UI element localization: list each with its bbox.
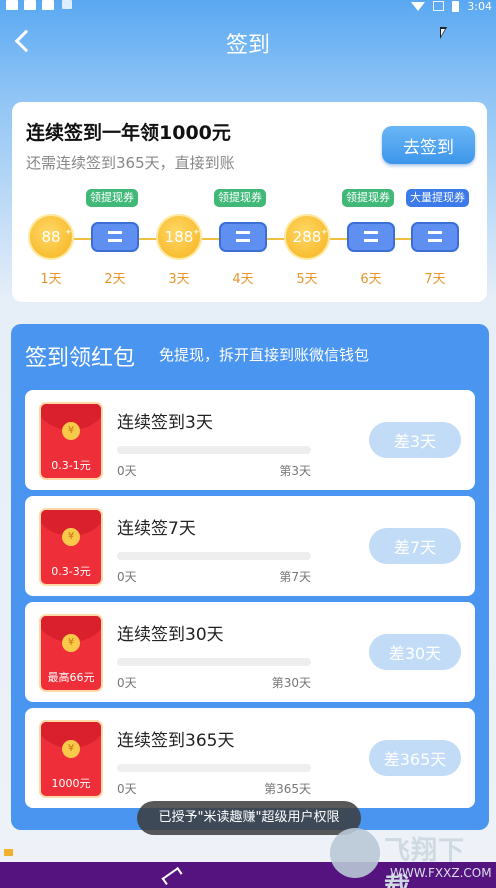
signin-card: 连续签到一年领1000元 还需连续签到365天，直接到账 去签到 88 1天 领提现… — [12, 102, 487, 302]
signin-day-3: 188 3天 — [154, 212, 206, 292]
progress-start-label: 0天 — [117, 464, 137, 478]
notification-icon — [6, 0, 18, 10]
yuan-seal-icon: ¥ — [62, 634, 80, 652]
go-signin-button[interactable]: 去签到 — [382, 126, 475, 164]
notification-icon — [24, 0, 36, 10]
packet-amount: 0.3-1元 — [51, 459, 91, 472]
day-label: 2天 — [104, 272, 126, 287]
progress-end-label: 第365天 — [264, 782, 311, 796]
watermark-url: WWW.FXXZ.COM — [390, 866, 492, 880]
watermark: 飞翔下载 WWW.FXXZ.COM — [330, 826, 492, 888]
redpacket-row: ¥0.3-1元 连续签到3天 0天 第3天 差3天 — [25, 390, 475, 490]
day-label: 5天 — [296, 272, 318, 287]
signin-title: 连续签到一年领1000元 — [26, 122, 231, 144]
status-bar: 3:04 — [0, 0, 496, 16]
day-reward-tag: 领提现券 — [214, 189, 266, 207]
row-title: 连续签到365天 — [117, 731, 235, 751]
redpacket-row: ¥0.3-3元 连续签7天 0天 第7天 差7天 — [25, 496, 475, 596]
redpacket-title: 签到领红包 — [25, 346, 136, 371]
yuan-seal-icon: ¥ — [62, 422, 80, 440]
red-packet-icon: ¥1000元 — [41, 722, 101, 796]
redpacket-subtitle: 免提现，拆开直接到账微信钱包 — [159, 346, 370, 364]
progress-bar — [117, 764, 311, 772]
packet-amount: 最高66元 — [47, 671, 95, 684]
progress-start-label: 0天 — [117, 676, 137, 690]
red-packet-icon: ¥0.3-3元 — [41, 510, 101, 584]
packet-amount: 1000元 — [51, 777, 91, 790]
progress-bar — [117, 446, 311, 454]
day-label: 7天 — [424, 272, 446, 287]
day-label: 3天 — [168, 272, 190, 287]
day-label: 1天 — [40, 272, 62, 287]
toast-message: 已授予"米读趣赚"超级用户权限 — [137, 801, 361, 835]
days-remaining-button[interactable]: 差3天 — [369, 422, 461, 458]
red-packet-icon: ¥ 最高66元 — [41, 616, 101, 690]
yuan-seal-icon: ¥ — [62, 740, 80, 758]
battery-icon — [452, 0, 460, 12]
signal-icon — [433, 1, 445, 11]
coin-icon: 288 — [284, 212, 330, 260]
progress-bar — [117, 658, 311, 666]
day-label: 4天 — [232, 272, 254, 287]
cash-ticket-icon — [347, 222, 395, 252]
progress-bar — [117, 552, 311, 560]
signin-day-1: 88 1天 — [26, 212, 78, 292]
progress-start-label: 0天 — [117, 570, 137, 584]
days-remaining-button[interactable]: 差365天 — [369, 740, 461, 776]
day-reward-tag: 领提现券 — [86, 189, 138, 207]
signin-day-5: 288 5天 — [282, 212, 334, 292]
watermark-logo-icon — [330, 828, 380, 878]
row-title: 连续签到30天 — [117, 625, 224, 645]
cash-ticket-icon — [219, 222, 267, 252]
mouse-cursor-fill — [441, 29, 445, 36]
progress-end-label: 第3天 — [279, 464, 311, 478]
progress-end-label: 第30天 — [271, 676, 311, 690]
redpacket-panel: 签到领红包 免提现，拆开直接到账微信钱包 ¥0.3-1元 连续签到3天 0天 第3天差… — [11, 324, 489, 830]
ad-mark-icon — [4, 849, 13, 856]
red-packet-icon: ¥0.3-1元 — [41, 404, 101, 478]
status-time: 3:04 — [467, 0, 492, 13]
coin-icon: 188 — [156, 212, 202, 260]
row-title: 连续签到3天 — [117, 413, 213, 433]
yuan-seal-icon: ¥ — [62, 528, 80, 546]
signin-day-7: 大量提现券 7天 — [406, 189, 469, 292]
progress-start-label: 0天 — [117, 782, 137, 796]
app-notification-icon — [62, 0, 72, 9]
signin-day-6: 领提现券 6天 — [342, 189, 398, 292]
page-title: 签到 — [225, 33, 270, 58]
wifi-icon — [411, 1, 426, 11]
days-remaining-button[interactable]: 差7天 — [369, 528, 461, 564]
signin-subtitle: 还需连续签到365天，直接到账 — [26, 154, 235, 172]
row-title: 连续签7天 — [117, 519, 196, 539]
day-reward-tag: 领提现券 — [342, 189, 394, 207]
redpacket-row: ¥ 最高66元 连续签到30天 0天 第30天 差30天 — [25, 602, 475, 702]
signin-day-4: 领提现券 4天 — [214, 189, 270, 292]
cash-ticket-icon — [91, 222, 139, 252]
packet-amount: 0.3-3元 — [51, 565, 91, 578]
day-reward-tag: 大量提现券 — [406, 189, 469, 207]
day-label: 6天 — [360, 272, 382, 287]
notification-icon — [42, 0, 54, 10]
redpacket-row: ¥1000元 连续签到365天 0天 第365天 差365天 — [25, 708, 475, 808]
cash-ticket-icon — [411, 222, 459, 252]
coin-icon: 88 — [28, 212, 74, 260]
signin-day-2: 领提现券 2天 — [86, 189, 142, 292]
days-remaining-button[interactable]: 差30天 — [369, 634, 461, 670]
progress-end-label: 第7天 — [279, 570, 311, 584]
